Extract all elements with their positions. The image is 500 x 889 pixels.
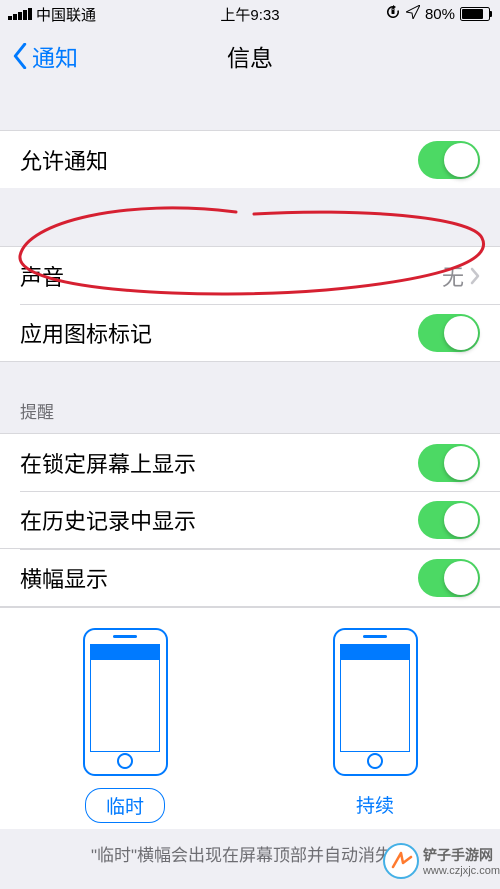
temporary-preview-icon — [83, 628, 168, 776]
alerts-header: 提醒 — [0, 362, 500, 433]
show-as-banner-label: 横幅显示 — [20, 562, 418, 594]
allow-notifications-label: 允许通知 — [20, 144, 418, 176]
badge-row[interactable]: 应用图标标记 — [0, 304, 500, 362]
battery-icon — [460, 7, 492, 21]
back-button[interactable]: 通知 — [12, 39, 78, 73]
allow-notifications-switch[interactable] — [418, 141, 480, 179]
show-as-banner-switch[interactable] — [418, 559, 480, 597]
banner-style-temporary[interactable]: 临时 — [83, 628, 168, 823]
watermark-site: 铲子手游网 — [423, 845, 500, 865]
banner-style-picker: 临时 持续 — [0, 607, 500, 829]
signal-icon — [8, 8, 32, 20]
back-label: 通知 — [32, 39, 78, 73]
show-in-history-label: 在历史记录中显示 — [20, 504, 418, 536]
temporary-label: 临时 — [85, 788, 165, 823]
carrier-text: 中国联通 — [36, 4, 96, 25]
show-on-lock-label: 在锁定屏幕上显示 — [20, 447, 418, 479]
allow-notifications-row[interactable]: 允许通知 — [0, 130, 500, 188]
orientation-lock-icon — [385, 4, 401, 24]
show-on-lock-switch[interactable] — [418, 444, 480, 482]
sound-value: 无 — [442, 260, 464, 292]
chevron-right-icon — [470, 267, 480, 285]
banner-style-persistent[interactable]: 持续 — [333, 628, 418, 823]
show-as-banner-row[interactable]: 横幅显示 — [0, 549, 500, 607]
show-in-history-switch[interactable] — [418, 501, 480, 539]
battery-pct: 80% — [425, 6, 455, 23]
watermark-logo-icon — [383, 843, 419, 879]
persistent-label: 持续 — [336, 788, 414, 821]
chevron-left-icon — [12, 43, 28, 69]
clock: 上午9:33 — [169, 4, 330, 25]
persistent-preview-icon — [333, 628, 418, 776]
watermark: 铲子手游网 www.czjxjc.com — [383, 843, 500, 879]
badge-switch[interactable] — [418, 314, 480, 352]
location-icon — [406, 5, 420, 23]
show-in-history-row[interactable]: 在历史记录中显示 — [0, 491, 500, 549]
show-on-lock-row[interactable]: 在锁定屏幕上显示 — [0, 433, 500, 491]
sound-row[interactable]: 声音 无 — [0, 246, 500, 304]
status-bar: 中国联通 上午9:33 80% — [0, 0, 500, 28]
sound-label: 声音 — [20, 260, 442, 292]
nav-bar: 通知 信息 — [0, 28, 500, 84]
watermark-url: www.czjxjc.com — [423, 865, 500, 877]
badge-label: 应用图标标记 — [20, 317, 418, 349]
